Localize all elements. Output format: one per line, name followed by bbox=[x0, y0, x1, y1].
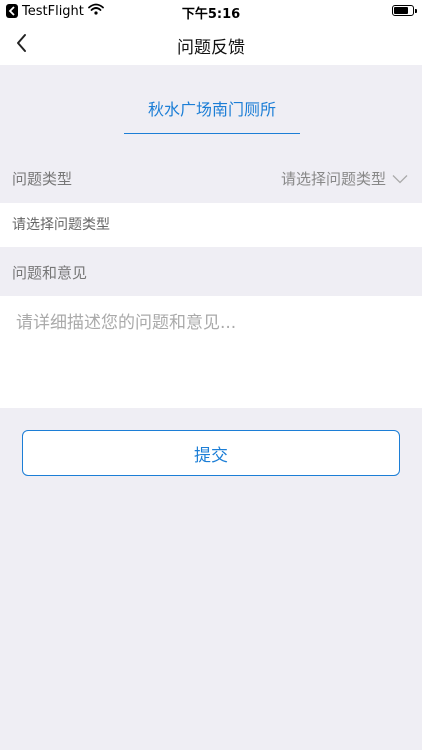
problem-type-row: 问题类型 请选择问题类型 bbox=[0, 158, 422, 198]
chevron-down-icon bbox=[392, 174, 408, 183]
location-tab[interactable]: 秋水广场南门厕所 bbox=[124, 96, 300, 134]
battery-icon bbox=[392, 5, 417, 16]
battery-level bbox=[394, 7, 409, 14]
location-underline bbox=[124, 133, 300, 134]
page-title: 问题反馈 bbox=[177, 38, 245, 58]
submit-button[interactable]: 提交 bbox=[22, 430, 400, 476]
status-bar: TestFlight 下午5:16 bbox=[0, 0, 422, 22]
location-name: 秋水广场南门厕所 bbox=[147, 100, 276, 119]
battery-cap bbox=[415, 9, 417, 13]
problem-type-selector[interactable]: 请选择问题类型 bbox=[281, 168, 408, 189]
problem-type-label: 问题类型 bbox=[12, 170, 73, 188]
feedback-label: 问题和意见 bbox=[12, 264, 88, 282]
status-time: 下午5:16 bbox=[181, 7, 241, 22]
feedback-textarea[interactable] bbox=[16, 308, 408, 398]
problem-type-input[interactable] bbox=[12, 203, 408, 247]
feedback-area bbox=[0, 296, 422, 408]
navigation-bar: 问题反馈 bbox=[0, 22, 422, 65]
problem-type-select-text: 请选择问题类型 bbox=[280, 170, 386, 188]
problem-type-input-row bbox=[0, 203, 422, 247]
